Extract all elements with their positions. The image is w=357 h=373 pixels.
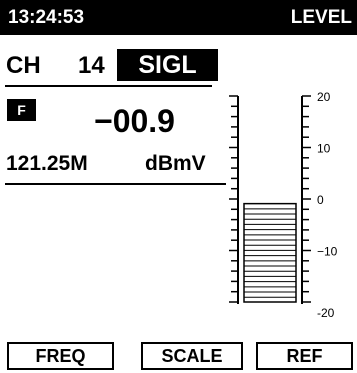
scale-label: −10 — [317, 245, 338, 259]
level-meter: 20 10 0 −10 -20 — [229, 90, 338, 320]
freq-softkey[interactable]: FREQ — [7, 342, 114, 370]
scale-softkey[interactable]: SCALE — [141, 342, 243, 370]
ref-softkey[interactable]: REF — [256, 342, 353, 370]
scale-label: 20 — [317, 90, 331, 104]
scale-label: -20 — [317, 306, 335, 320]
scale-label: 0 — [317, 193, 324, 207]
scale-label: 10 — [317, 142, 331, 156]
